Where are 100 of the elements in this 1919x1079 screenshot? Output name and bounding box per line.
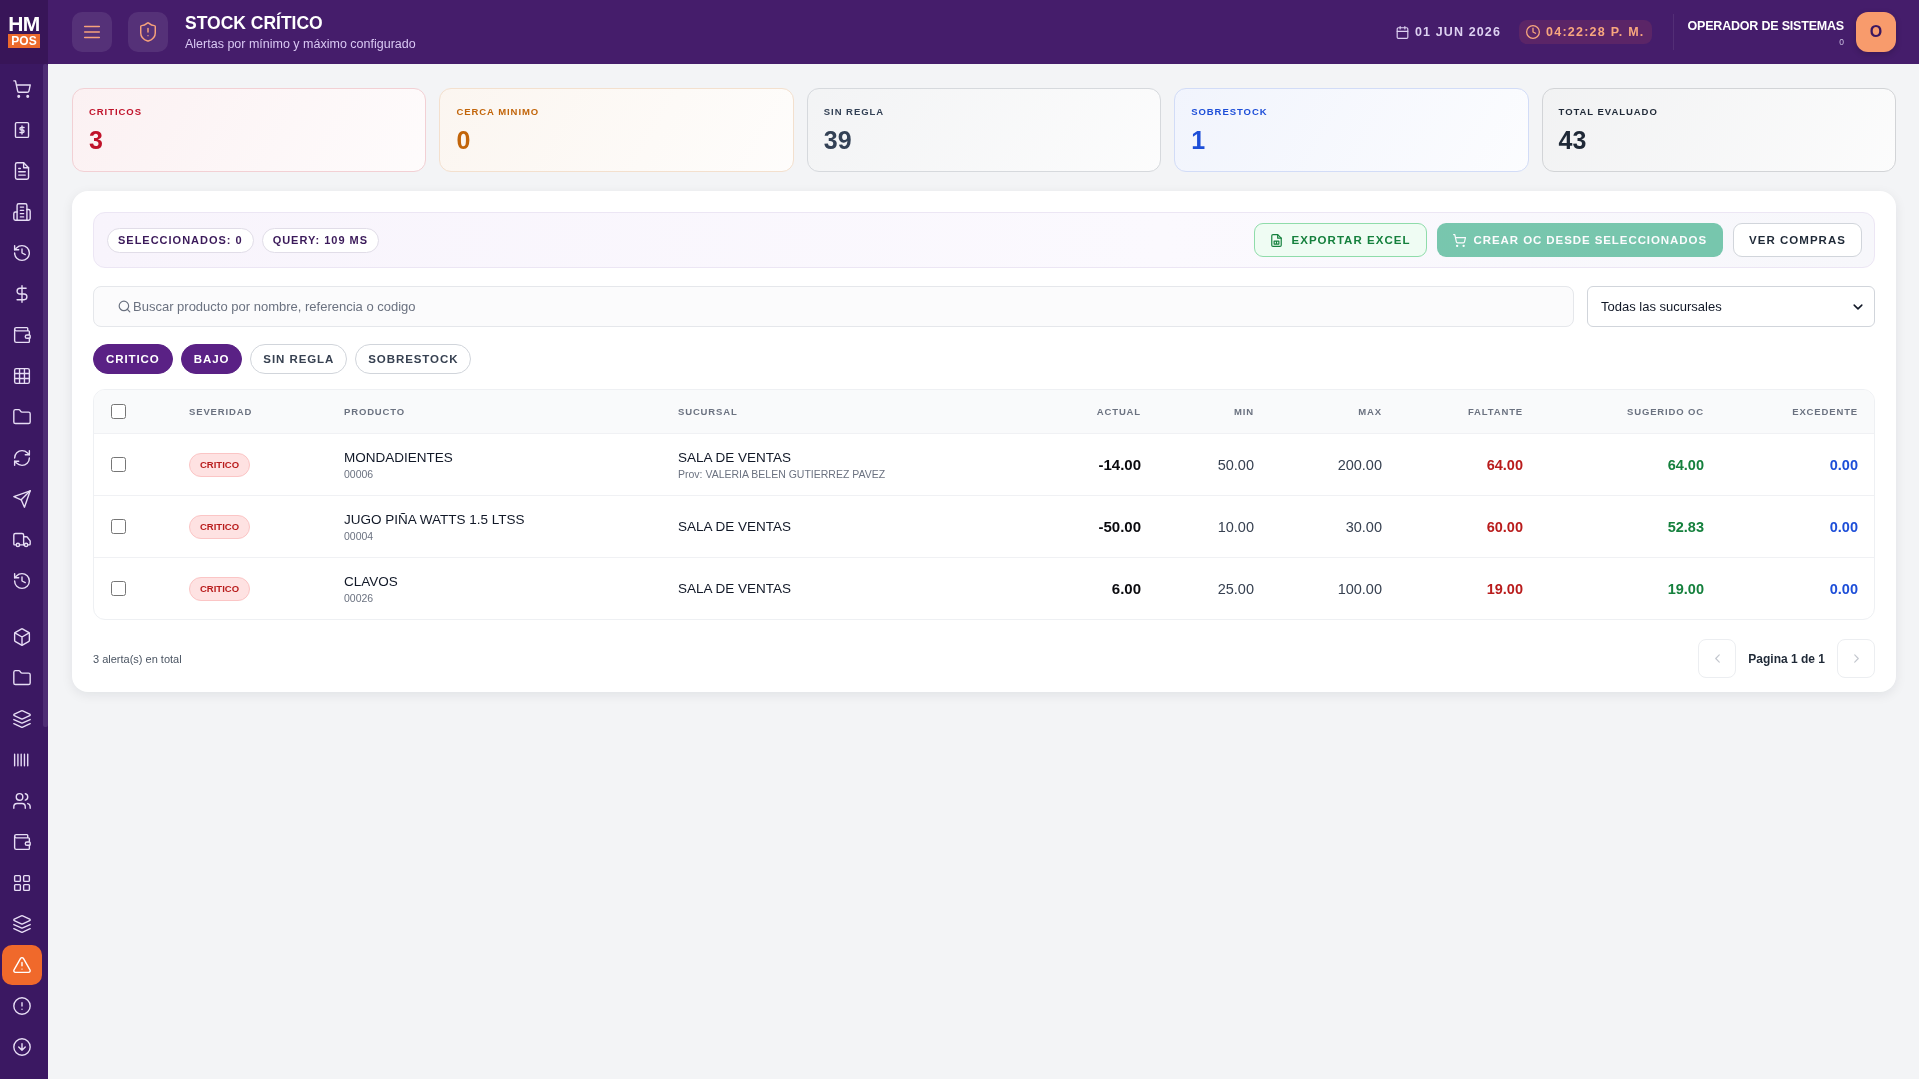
excess-value: 0.00 (1829, 580, 1858, 597)
filter-chip[interactable]: CRITICO (93, 344, 173, 374)
supplier-name: Prov: VALERIA BELEN GUTIERREZ PAVEZ (678, 467, 886, 481)
summary-label: SIN REGLA (823, 106, 886, 118)
history-icon (12, 572, 31, 590)
branch-select[interactable]: Todas las sucursales (1587, 286, 1875, 327)
min-stock: 10.00 (1217, 518, 1254, 535)
folder-icon (12, 669, 31, 687)
arrow-down-circle-icon (12, 1038, 31, 1056)
table-icon (12, 367, 31, 385)
column-header: SUGERIDO OC (1627, 406, 1704, 417)
branch-name: SALA DE VENTAS (678, 448, 792, 466)
summary-label: TOTAL EVALUADO (1558, 106, 1659, 118)
date-text: 01 JUN 2026 (1414, 25, 1501, 39)
layers-icon (12, 710, 31, 728)
severity-badge: CRITICO (189, 452, 251, 477)
summary-value: 39 (823, 126, 853, 154)
send-icon (12, 490, 31, 508)
min-stock: 50.00 (1217, 456, 1254, 473)
shield-alert-icon (138, 22, 158, 42)
cart-icon (12, 80, 31, 98)
product-code: 00026 (344, 591, 374, 605)
summary-value: 0 (456, 126, 472, 154)
barcode-icon (12, 751, 31, 769)
select-all-checkbox[interactable] (111, 404, 126, 419)
search-field[interactable]: Buscar producto por nombre, referencia o codigo (93, 286, 1574, 327)
wallet-icon (12, 326, 31, 344)
row-checkbox[interactable] (111, 457, 126, 472)
product-code: 00004 (344, 529, 374, 543)
severity-badge: CRITICO (189, 514, 251, 539)
suggested-value: 19.00 (1667, 580, 1704, 597)
product-name: MONDADIENTES (344, 448, 453, 466)
document-icon (12, 162, 31, 180)
menu-button[interactable] (72, 12, 112, 52)
shortage-value: 64.00 (1486, 456, 1523, 473)
user-detail: 0 (1839, 36, 1844, 47)
truck-icon (12, 531, 31, 549)
info-badge: QUERY: 109 MS (261, 227, 380, 253)
box-icon (12, 628, 31, 646)
column-header: FALTANTE (1467, 406, 1523, 417)
shortage-value: 19.00 (1486, 580, 1523, 597)
excess-value: 0.00 (1829, 456, 1858, 473)
clock-icon (1526, 25, 1540, 39)
action-button[interactable]: EXPORTAR EXCEL (1254, 223, 1427, 257)
column-header: MAX (1358, 406, 1382, 417)
excess-value: 0.00 (1829, 518, 1858, 535)
folder-icon (12, 408, 31, 426)
max-stock: 30.00 (1345, 518, 1382, 535)
sidebar-button[interactable] (1, 945, 42, 985)
product-name: JUGO PIÑA WATTS 1.5 LTSS (344, 510, 525, 528)
summary-label: CERCA MINIMO (456, 106, 541, 118)
column-header: ACTUAL (1096, 406, 1141, 417)
row-checkbox[interactable] (111, 519, 126, 534)
users-icon (12, 792, 31, 810)
page-title: STOCK CRÍTICO (185, 12, 324, 33)
time-text: 04:22:28 P. M. (1546, 25, 1645, 39)
history-icon (12, 244, 31, 262)
suggested-value: 52.83 (1667, 518, 1704, 535)
summary-value: 1 (1191, 126, 1207, 154)
shortage-value: 60.00 (1486, 518, 1523, 535)
alert-total: 3 alerta(s) en total (93, 652, 182, 665)
info-badge: SELECCIONADOS: 0 (107, 227, 254, 253)
alert-icon (12, 997, 31, 1015)
user-avatar[interactable]: O (1856, 12, 1896, 52)
receipt-icon (12, 121, 31, 139)
scrollbar-thumb[interactable] (43, 64, 48, 727)
min-stock: 25.00 (1217, 580, 1254, 597)
product-name: CLAVOS (344, 572, 398, 590)
wallet-icon (12, 833, 31, 851)
page-subtitle: Alertas por mínimo y máximo configurado (185, 36, 417, 52)
layers-icon (12, 915, 31, 933)
summary-value: 3 (89, 126, 104, 154)
column-header: SUCURSAL (678, 406, 738, 417)
shield-button[interactable] (128, 12, 168, 52)
branch-name: SALA DE VENTAS (678, 518, 792, 535)
column-header: EXCEDENTE (1792, 406, 1858, 417)
summary-label: SOBRESTOCK (1191, 106, 1269, 118)
branch-name: SALA DE VENTAS (678, 580, 792, 597)
warning-icon (12, 956, 31, 974)
summary-label: CRITICOS (89, 106, 143, 118)
column-header: SEVERIDAD (189, 406, 253, 417)
current-stock: -50.00 (1098, 518, 1141, 535)
page-indicator: Pagina 1 de 1 (1748, 651, 1825, 666)
filter-chip[interactable]: SOBRESTOCK (355, 344, 472, 374)
filter-chip[interactable]: BAJO (180, 344, 243, 374)
logo: HM POS (8, 14, 40, 48)
max-stock: 200.00 (1337, 456, 1382, 473)
cart-icon (1452, 233, 1466, 247)
action-button[interactable]: VER COMPRAS (1733, 223, 1862, 257)
spreadsheet-icon (1270, 233, 1284, 247)
suggested-value: 64.00 (1667, 456, 1704, 473)
user-name: OPERADOR DE SISTEMAS (1687, 17, 1844, 34)
search-icon (118, 300, 131, 313)
building-icon (12, 203, 31, 221)
calendar-icon (1395, 25, 1409, 39)
max-stock: 100.00 (1337, 580, 1382, 597)
product-code: 00006 (344, 467, 374, 481)
row-checkbox[interactable] (111, 581, 126, 596)
column-header: PRODUCTO (344, 406, 406, 417)
filter-chip[interactable]: SIN REGLA (250, 344, 348, 374)
